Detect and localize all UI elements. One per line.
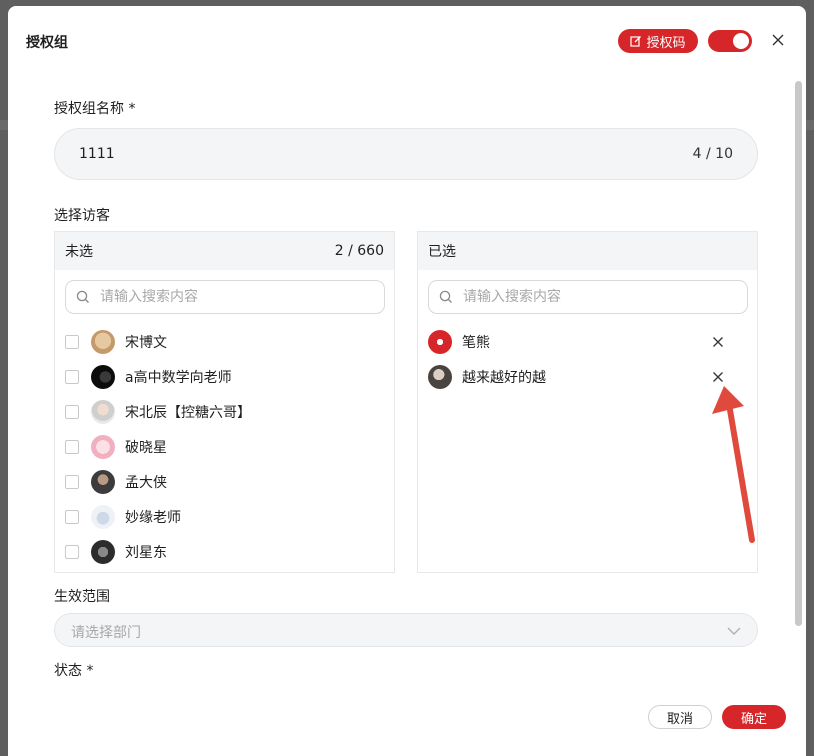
list-item[interactable]: a高中数学向老师 xyxy=(65,363,232,391)
authorization-code-label: 授权码 xyxy=(646,35,686,51)
chevron-down-icon xyxy=(727,627,741,635)
group-avatar xyxy=(91,540,115,564)
remove-icon[interactable] xyxy=(712,371,724,383)
group-name-label: 授权组名称 * xyxy=(54,101,136,117)
dark-avatar xyxy=(91,365,115,389)
remove-icon[interactable] xyxy=(712,336,724,348)
authorization-code-button[interactable]: 授权码 xyxy=(618,29,698,53)
checkbox[interactable] xyxy=(65,475,79,489)
checkbox[interactable] xyxy=(65,370,79,384)
selected-search[interactable] xyxy=(428,280,748,314)
unselected-search-input[interactable] xyxy=(98,288,322,306)
list-item: 笔熊 xyxy=(428,328,748,356)
status-label: 状态 * xyxy=(54,663,94,679)
selected-panel-header: 已选 xyxy=(418,232,757,270)
visitor-name: 宋博文 xyxy=(125,335,167,351)
red-bear-logo-avatar xyxy=(428,330,452,354)
checkbox[interactable] xyxy=(65,545,79,559)
list-item[interactable]: 宋北辰【控糖六哥】 xyxy=(65,398,251,426)
checkbox[interactable] xyxy=(65,440,79,454)
confirm-button[interactable]: 确定 xyxy=(722,705,786,729)
dialog-title: 授权组 xyxy=(26,35,68,51)
search-icon xyxy=(76,290,89,303)
list-item[interactable]: 妙缘老师 xyxy=(65,503,181,531)
list-item[interactable]: 宋博文 xyxy=(65,328,167,356)
list-item[interactable]: 刘星东 xyxy=(65,538,167,566)
unselected-panel-header: 未选 2 / 660 xyxy=(55,232,394,270)
department-select-placeholder: 请选择部门 xyxy=(71,625,141,641)
visitor-name: a高中数学向老师 xyxy=(125,370,232,386)
statue-avatar xyxy=(91,505,115,529)
selected-panel: 已选 笔熊 越来越好的越 xyxy=(417,231,758,573)
scrollbar[interactable] xyxy=(795,81,802,626)
visitor-name: 破晓星 xyxy=(125,440,167,456)
bear-avatar xyxy=(91,330,115,354)
checkbox[interactable] xyxy=(65,335,79,349)
toggle-knob xyxy=(733,33,749,49)
visitor-name: 宋北辰【控糖六哥】 xyxy=(125,405,251,421)
dialog-header: 授权组 授权码 xyxy=(8,6,806,76)
list-item: 越来越好的越 xyxy=(428,363,748,391)
select-visitors-label: 选择访客 xyxy=(54,208,110,224)
authorization-group-dialog: 授权组 授权码 授权组名称 * 1111 4 / 10 选择访客 未选 2 / … xyxy=(8,6,806,756)
close-icon[interactable] xyxy=(770,32,786,48)
visitor-name: 刘星东 xyxy=(125,545,167,561)
unselected-title: 未选 xyxy=(65,244,93,260)
search-icon xyxy=(439,290,452,303)
visitor-name: 妙缘老师 xyxy=(125,510,181,526)
group-name-input[interactable]: 1111 4 / 10 xyxy=(54,128,758,180)
list-item[interactable]: 破晓星 xyxy=(65,433,167,461)
group-name-counter: 4 / 10 xyxy=(692,146,733,162)
woman-avatar xyxy=(428,365,452,389)
visitor-name: 笔熊 xyxy=(462,335,490,351)
group-name-value: 1111 xyxy=(79,146,115,162)
checkbox[interactable] xyxy=(65,510,79,524)
man-avatar xyxy=(91,400,115,424)
selected-search-input[interactable] xyxy=(461,288,685,306)
unselected-search[interactable] xyxy=(65,280,385,314)
selected-title: 已选 xyxy=(428,244,456,260)
man-avatar xyxy=(91,470,115,494)
scope-label: 生效范围 xyxy=(54,589,110,605)
checkbox[interactable] xyxy=(65,405,79,419)
cancel-button[interactable]: 取消 xyxy=(648,705,712,729)
edit-icon xyxy=(630,36,642,47)
visitor-name: 孟大侠 xyxy=(125,475,167,491)
visitor-name: 越来越好的越 xyxy=(462,370,546,386)
unselected-count: 2 / 660 xyxy=(334,243,384,259)
department-select[interactable]: 请选择部门 xyxy=(54,613,758,647)
enable-toggle[interactable] xyxy=(708,30,752,52)
list-item[interactable]: 孟大侠 xyxy=(65,468,167,496)
unselected-panel: 未选 2 / 660 宋博文 a高中数学向老师 宋北辰【控糖六哥】 破晓星 xyxy=(54,231,395,573)
pink-character-avatar xyxy=(91,435,115,459)
